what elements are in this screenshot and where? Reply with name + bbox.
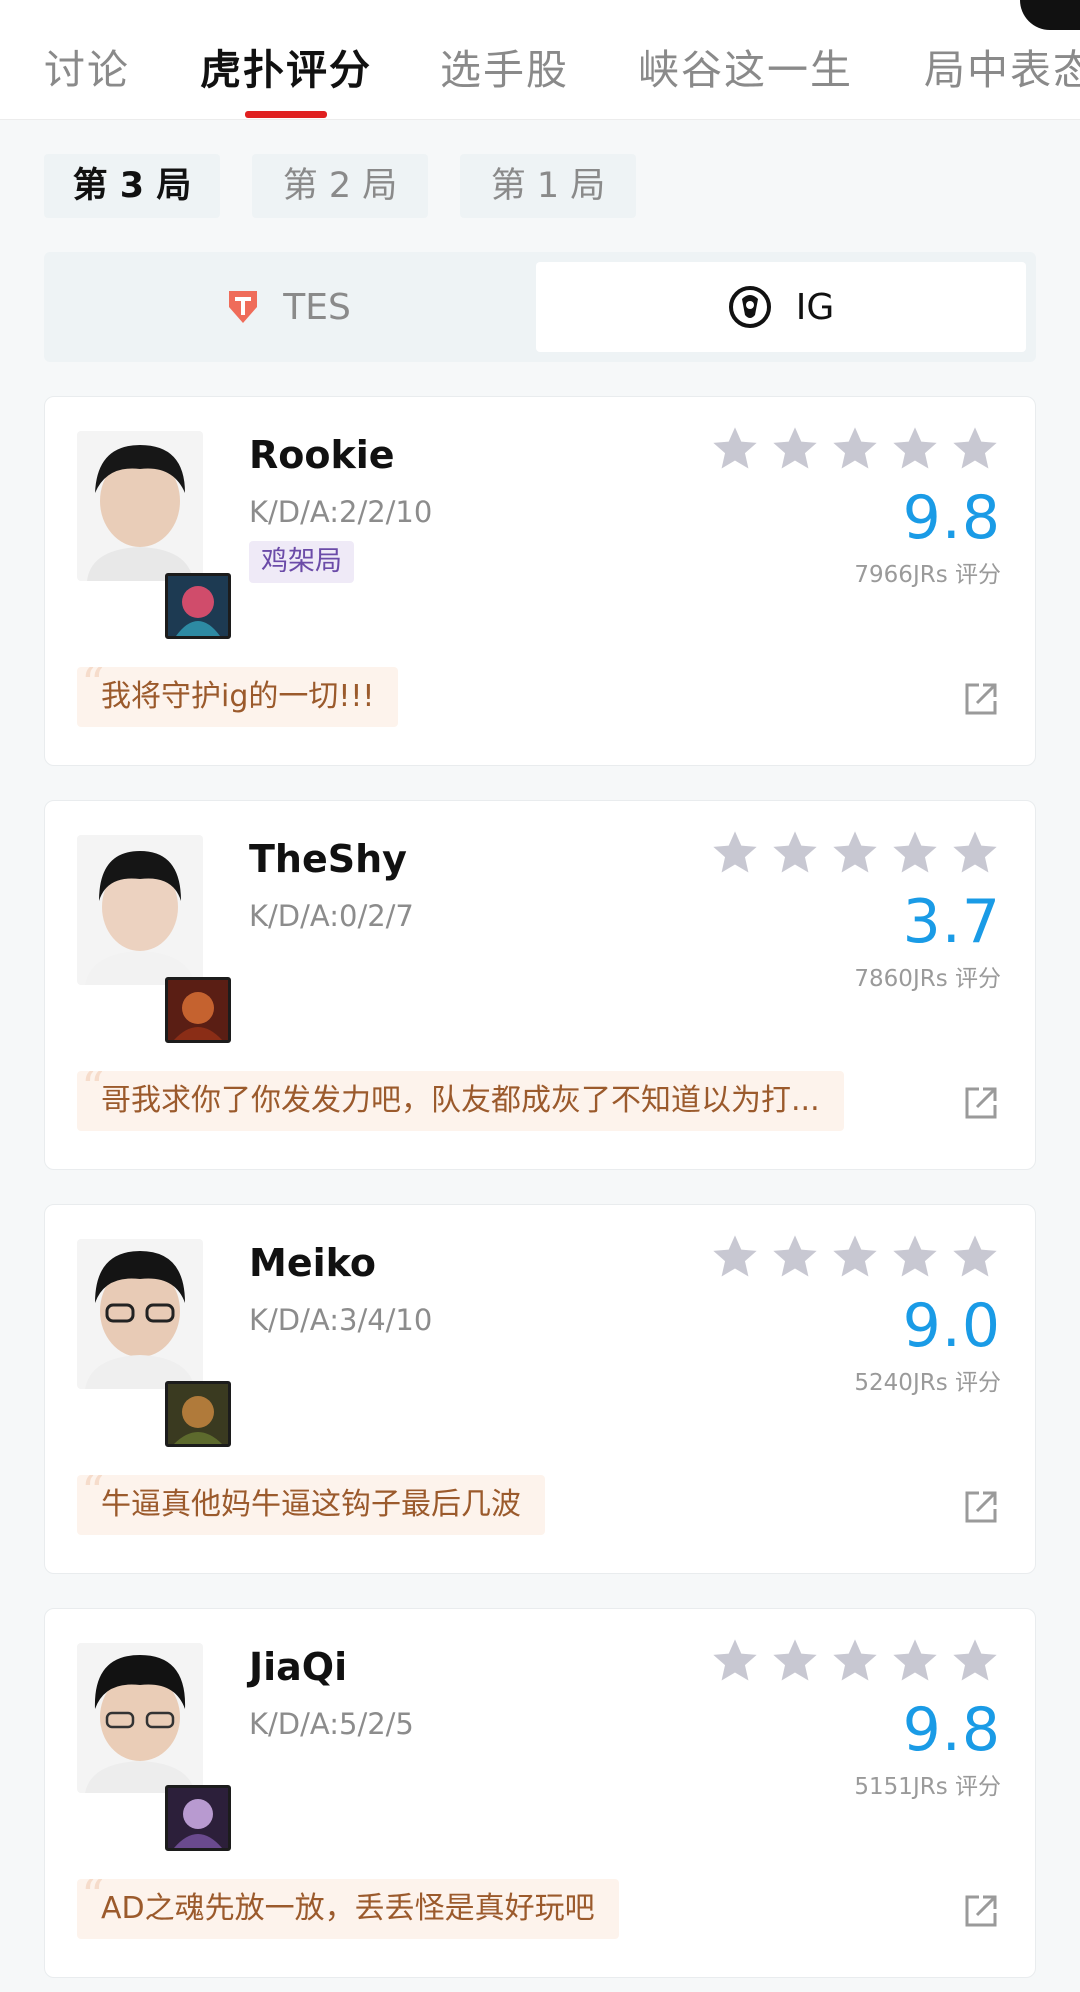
star-icon[interactable] [829,423,881,475]
star-icon[interactable] [769,827,821,879]
comment-text: 哥我求你了你发发力吧，队友都成灰了不知道以为打... [101,1083,820,1118]
player-card-rookie[interactable]: Rookie K/D/A:2/2/10 鸡架局 9.8 7966JRs 评分 “… [44,396,1036,766]
star-icon[interactable] [829,827,881,879]
star-icon[interactable] [889,827,941,879]
player-score: 3.7 [902,887,1001,957]
tab-in-game-stance[interactable]: 局中表态 [924,36,1080,96]
star-icon[interactable] [889,423,941,475]
vote-count: 5151JRs 评分 [854,1774,1001,1800]
rating-stars[interactable] [709,1231,1001,1283]
player-kda: K/D/A:5/2/5 [249,1707,414,1741]
player-kda: K/D/A:2/2/10 [249,495,433,529]
star-icon[interactable] [949,423,1001,475]
star-icon[interactable] [889,1635,941,1687]
star-icon[interactable] [829,1635,881,1687]
player-kda: K/D/A:3/4/10 [249,1303,433,1337]
team-label-ig: IG [795,286,835,328]
tab-canyon-life[interactable]: 峡谷这一生 [638,36,853,96]
star-icon[interactable] [709,423,761,475]
star-icon[interactable] [949,1635,1001,1687]
star-icon[interactable] [709,1635,761,1687]
champion-icon [165,977,231,1043]
share-icon[interactable] [961,1891,1001,1931]
star-icon[interactable] [709,827,761,879]
quote-icon: “ [81,1071,105,1115]
quote-icon: “ [81,1475,105,1519]
star-icon[interactable] [889,1231,941,1283]
player-card-theshy[interactable]: TheShy K/D/A:0/2/7 3.7 7860JRs 评分 “ 哥我求你… [44,800,1036,1170]
rating-stars[interactable] [709,423,1001,475]
player-avatar [77,835,203,985]
tab-hupu-rating[interactable]: 虎扑评分 [200,36,372,96]
tab-discussion[interactable]: 讨论 [44,36,130,96]
player-score: 9.8 [902,1695,1001,1765]
vote-count: 7966JRs 评分 [854,562,1001,588]
tab-player-stock[interactable]: 选手股 [440,36,569,96]
player-tag: 鸡架局 [249,541,354,583]
player-kda: K/D/A:0/2/7 [249,899,414,933]
game-chip-2[interactable]: 第 2 局 [252,154,428,218]
champion-icon [165,573,231,639]
star-icon[interactable] [769,1231,821,1283]
ig-logo-icon [728,285,772,329]
champion-icon [165,1381,231,1447]
quote-icon: “ [81,1879,105,1923]
quote-icon: “ [81,667,105,711]
player-name: Meiko [249,1241,376,1285]
star-icon[interactable] [829,1231,881,1283]
player-name: JiaQi [249,1645,348,1689]
game-chip-3[interactable]: 第 3 局 [44,154,220,218]
star-icon[interactable] [949,827,1001,879]
rating-stars[interactable] [709,827,1001,879]
player-avatar [77,1239,203,1389]
player-avatar [77,431,203,581]
star-icon[interactable] [769,423,821,475]
comment-text: AD之魂先放一放，丢丢怪是真好玩吧 [101,1891,595,1926]
player-name: Rookie [249,433,395,477]
comment-text: 牛逼真他妈牛逼这钩子最后几波 [101,1487,521,1522]
share-icon[interactable] [961,679,1001,719]
champion-icon [165,1785,231,1851]
active-tab-indicator [245,111,327,118]
star-icon[interactable] [709,1231,761,1283]
vote-count: 7860JRs 评分 [854,966,1001,992]
star-icon[interactable] [769,1635,821,1687]
player-avatar [77,1643,203,1793]
comment-text: 我将守护ig的一切!!! [101,679,375,714]
share-icon[interactable] [961,1487,1001,1527]
corner-decoration [1020,0,1080,30]
player-score: 9.0 [902,1291,1001,1361]
rating-stars[interactable] [709,1635,1001,1687]
player-name: TheShy [249,837,407,881]
team-label-tes: TES [283,286,351,328]
top-comment[interactable]: “ 牛逼真他妈牛逼这钩子最后几波 [77,1475,545,1535]
team-button-ig[interactable]: IG [536,262,1026,352]
vote-count: 5240JRs 评分 [854,1370,1001,1396]
top-comment[interactable]: “ 哥我求你了你发发力吧，队友都成灰了不知道以为打... [77,1071,844,1131]
team-switch: TES IG [44,252,1036,362]
player-card-jiaqi[interactable]: JiaQi K/D/A:5/2/5 9.8 5151JRs 评分 “ AD之魂先… [44,1608,1036,1978]
tes-logo-icon [227,289,259,325]
share-icon[interactable] [961,1083,1001,1123]
top-comment[interactable]: “ 我将守护ig的一切!!! [77,667,399,727]
top-comment[interactable]: “ AD之魂先放一放，丢丢怪是真好玩吧 [77,1879,619,1939]
team-button-tes[interactable]: TES [44,262,534,352]
player-card-meiko[interactable]: Meiko K/D/A:3/4/10 9.0 5240JRs 评分 “ 牛逼真他… [44,1204,1036,1574]
player-score: 9.8 [902,483,1001,553]
game-chip-1[interactable]: 第 1 局 [460,154,636,218]
top-tab-bar: 讨论 虎扑评分 选手股 峡谷这一生 局中表态 [0,0,1080,120]
star-icon[interactable] [949,1231,1001,1283]
